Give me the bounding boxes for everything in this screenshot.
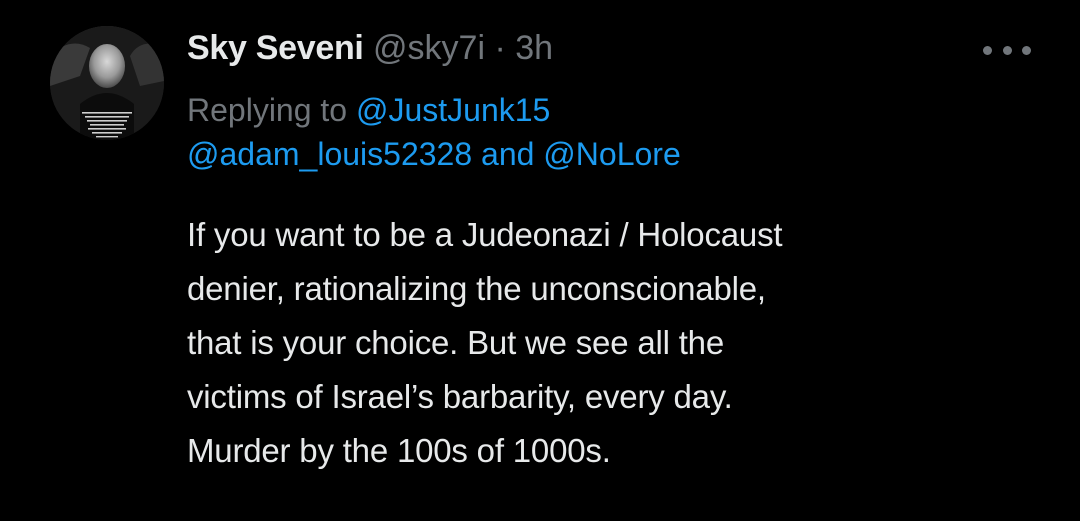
profile-photo-avatar-icon [50,26,164,140]
author-display-name[interactable]: Sky Seveni [187,29,364,67]
tweet-text-line: If you want to be a Judeonazi / Holocaus… [187,216,783,253]
header-separator: · [494,29,506,67]
tweet-text: If you want to be a Judeonazi / Holocaus… [187,208,1047,478]
mention-conjunction: and [481,136,535,172]
tweet-text-line: denier, rationalizing the unconscionable… [187,270,766,307]
replying-to-label: Replying to [187,92,348,128]
author-handle[interactable]: @sky7i [373,29,485,67]
more-dot [1022,45,1031,55]
tweet-header: Sky Seveni @sky7i · 3h [187,24,553,72]
more-dot [1002,45,1012,55]
tweet-text-line: victims of Israel’s barbarity, every day… [187,378,733,415]
avatar[interactable] [50,26,164,140]
replying-to: Replying to @JustJunk15 @adam_louis52328… [187,88,1047,176]
mention-link[interactable]: @NoLore [543,136,680,172]
mention-link[interactable]: @adam_louis52328 [187,136,472,172]
tweet-text-line: Murder by the 100s of 1000s. [187,432,611,469]
more-dot [983,45,992,55]
tweet-text-line: that is your choice. But we see all the [187,324,724,361]
tweet[interactable]: Sky Seveni @sky7i · 3h Replying to @Just… [0,0,1080,521]
more-dots-icon[interactable] [983,38,1031,62]
tweet-timestamp[interactable]: 3h [515,29,553,67]
mention-link[interactable]: @JustJunk15 [356,92,550,128]
